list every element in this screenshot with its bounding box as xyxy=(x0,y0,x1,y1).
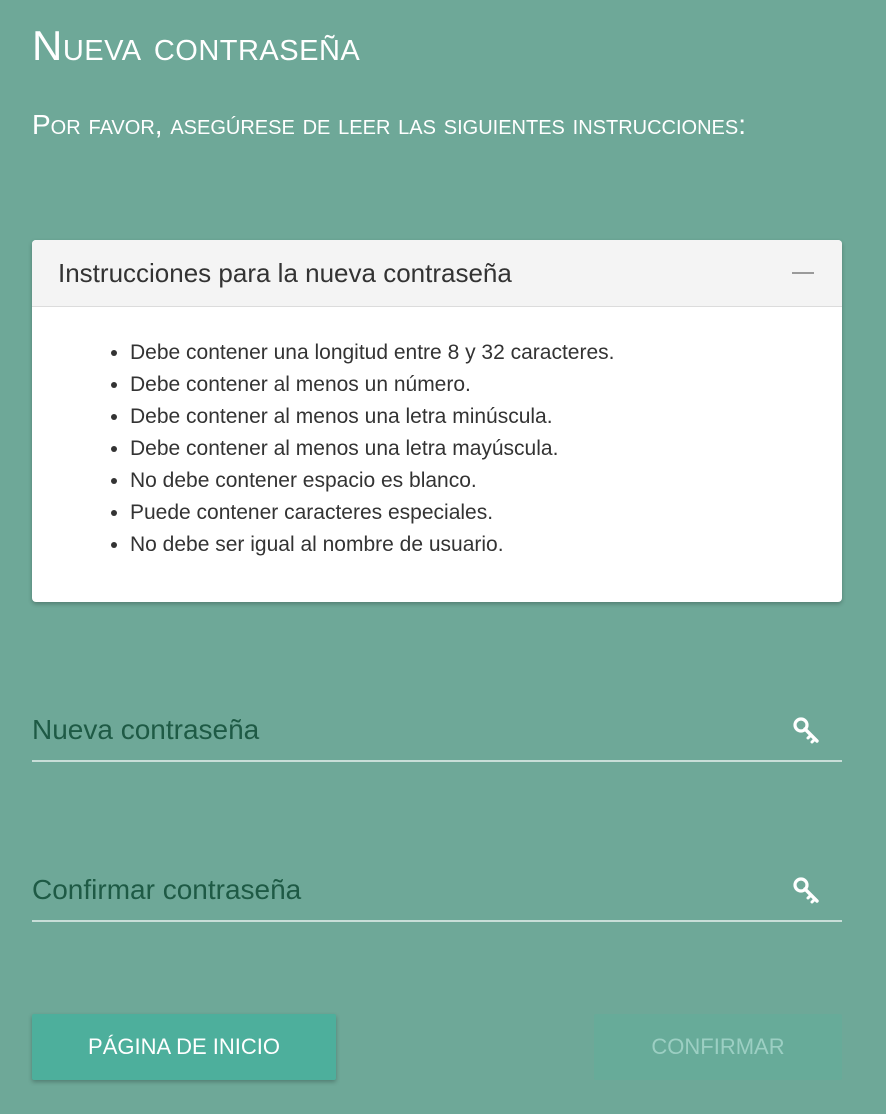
key-icon xyxy=(793,717,819,744)
minus-icon[interactable] xyxy=(792,272,814,274)
password-rule: Puede contener caracteres especiales. xyxy=(130,497,842,529)
new-password-input[interactable] xyxy=(32,708,772,752)
new-password-field xyxy=(32,700,842,762)
key-icon xyxy=(793,877,819,904)
password-rule: Debe contener al menos una letra minúscu… xyxy=(130,401,842,433)
password-rules-list: Debe contener una longitud entre 8 y 32 … xyxy=(32,307,842,561)
password-rule: Debe contener una longitud entre 8 y 32 … xyxy=(130,337,842,369)
page-subtitle: Por favor, asegúrese de leer las siguien… xyxy=(32,109,747,140)
confirm-password-field xyxy=(32,860,842,922)
instructions-panel-header[interactable]: Instrucciones para la nueva contraseña xyxy=(32,240,842,307)
password-rule: No debe contener espacio es blanco. xyxy=(130,465,842,497)
password-rule: No debe ser igual al nombre de usuario. xyxy=(130,529,842,561)
page-title: Nueva contraseña xyxy=(32,22,361,69)
password-rule: Debe contener al menos una letra mayúscu… xyxy=(130,433,842,465)
instructions-panel: Instrucciones para la nueva contraseña D… xyxy=(32,240,842,602)
home-page-button[interactable]: Página de inicio xyxy=(32,1014,336,1080)
instructions-panel-title: Instrucciones para la nueva contraseña xyxy=(58,258,512,288)
confirm-password-input[interactable] xyxy=(32,868,772,912)
confirm-button[interactable]: Confirmar xyxy=(594,1014,842,1080)
password-rule: Debe contener al menos un número. xyxy=(130,369,842,401)
